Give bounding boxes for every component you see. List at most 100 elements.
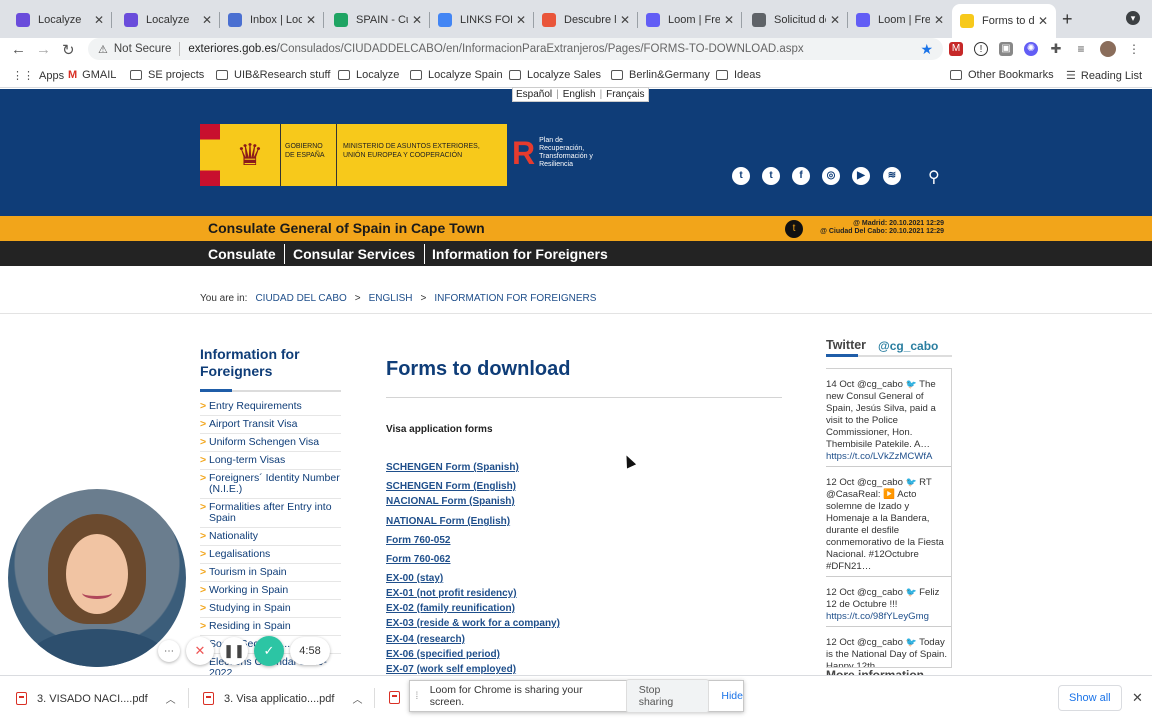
tab-close-icon[interactable]: ✕ bbox=[724, 13, 734, 27]
profile-avatar[interactable] bbox=[1100, 41, 1116, 57]
download-item[interactable]: 3. VISADO NACI....pdf ︿ bbox=[16, 691, 176, 706]
twitter-icon[interactable]: t bbox=[732, 167, 750, 185]
tab-close-icon[interactable]: ✕ bbox=[830, 13, 840, 27]
government-logo[interactable]: ♛ GOBIERNO DE ESPAÑA MINISTERIO DE ASUNT… bbox=[200, 124, 507, 186]
breadcrumb-ciudad-del-cabo[interactable]: CIUDAD DEL CABO bbox=[255, 293, 346, 304]
sidebar-item[interactable]: Studying in Spain bbox=[200, 600, 341, 618]
bookmark-item[interactable]: Localyze Spain bbox=[410, 69, 503, 81]
sidebar-item[interactable]: Uniform Schengen Visa bbox=[200, 434, 341, 452]
tweet-item[interactable]: 12 Oct @cg_cabo 🐦 Today is the National … bbox=[826, 627, 951, 667]
close-icon[interactable]: ✕ bbox=[1132, 690, 1143, 706]
puzzle-icon[interactable]: ✚ bbox=[1049, 42, 1063, 56]
download-item[interactable]: 3. Visa applicatio....pdf ︿ bbox=[203, 691, 362, 706]
sidebar-item[interactable]: Formalities after Entry into Spain bbox=[200, 499, 341, 528]
sidebar-item[interactable]: Entry Requirements bbox=[200, 398, 341, 416]
extension-icon[interactable]: M bbox=[949, 42, 963, 56]
form-download-link[interactable]: EX-01 (not profit residency) bbox=[386, 588, 517, 599]
browser-tab[interactable]: LINKS FOR ✕ bbox=[430, 7, 534, 33]
tweet-item[interactable]: 12 Oct @cg_cabo 🐦 RT @CasaReal: ▶️ Acto … bbox=[826, 467, 951, 577]
tweet-user[interactable]: @cg_cabo bbox=[857, 379, 903, 390]
twitter-icon[interactable]: t bbox=[762, 167, 780, 185]
media-queue-icon[interactable]: ≡ bbox=[1074, 42, 1088, 56]
show-all-downloads-button[interactable]: Show all bbox=[1058, 685, 1122, 711]
loom-extension-icon[interactable]: ✺ bbox=[1024, 42, 1038, 56]
form-download-link[interactable]: SCHENGEN Form (Spanish) bbox=[386, 462, 519, 473]
tab-close-icon[interactable]: ✕ bbox=[516, 13, 526, 27]
forward-icon[interactable]: → bbox=[36, 41, 51, 58]
bookmark-item[interactable]: UIB&Research stuff bbox=[216, 69, 330, 81]
chevron-up-icon[interactable]: ︿ bbox=[352, 691, 362, 706]
tab-close-icon[interactable]: ✕ bbox=[202, 13, 212, 27]
form-download-link[interactable]: NACIONAL Form (Spanish) bbox=[386, 496, 515, 507]
browser-tab[interactable]: Descubre la ✕ bbox=[534, 7, 638, 33]
bookmark-item[interactable]: M GMAIL bbox=[68, 69, 116, 81]
bookmark-item[interactable]: Other Bookmarks bbox=[950, 69, 1054, 81]
bookmark-item[interactable]: Localyze Sales bbox=[509, 69, 601, 81]
nav-consular-services[interactable]: Consular Services bbox=[293, 246, 415, 262]
tab-close-icon[interactable]: ✕ bbox=[620, 13, 630, 27]
bookmark-item[interactable]: SE projects bbox=[130, 69, 204, 81]
tweet-link[interactable]: https://t.co/LVkZzMCWfA bbox=[826, 451, 932, 462]
bookmark-item[interactable]: Ideas bbox=[716, 69, 761, 81]
facebook-icon[interactable]: f bbox=[792, 167, 810, 185]
form-download-link[interactable]: NATIONAL Form (English) bbox=[386, 516, 510, 527]
sidebar-item[interactable]: Tourism in Spain bbox=[200, 564, 341, 582]
tweet-item[interactable]: 12 Oct @cg_cabo 🐦 Feliz 12 de Octubre !!… bbox=[826, 577, 951, 627]
form-download-link[interactable]: Form 760-052 bbox=[386, 535, 450, 546]
language-option-fr[interactable]: Français bbox=[606, 89, 644, 100]
tab-close-icon[interactable]: ✕ bbox=[1038, 14, 1048, 28]
tab-close-icon[interactable]: ✕ bbox=[306, 13, 316, 27]
form-download-link[interactable]: EX-03 (reside & work for a company) bbox=[386, 618, 560, 629]
tab-close-icon[interactable]: ✕ bbox=[934, 13, 944, 27]
extension-icon[interactable]: ▣ bbox=[999, 42, 1013, 56]
tweet-item[interactable]: 14 Oct @cg_cabo 🐦 The new Consul General… bbox=[826, 369, 951, 467]
browser-tab[interactable]: Loom | Free ✕ bbox=[848, 7, 952, 33]
extension-info-icon[interactable]: ! bbox=[974, 42, 988, 56]
language-option-es[interactable]: Español bbox=[516, 89, 552, 100]
sidebar-item[interactable]: Legalisations bbox=[200, 546, 341, 564]
form-download-link[interactable]: EX-02 (family reunification) bbox=[386, 603, 515, 614]
tweet-user[interactable]: @cg_cabo bbox=[857, 587, 903, 598]
nav-consulate[interactable]: Consulate bbox=[208, 246, 276, 262]
recovery-plan-logo[interactable]: R Plan de Recuperación, Transformación y… bbox=[512, 137, 594, 169]
bookmark-item[interactable]: Berlin&Germany bbox=[611, 69, 710, 81]
reload-icon[interactable]: ↻ bbox=[62, 41, 75, 59]
breadcrumb-information-for-foreigners[interactable]: INFORMATION FOR FOREIGNERS bbox=[434, 293, 596, 304]
browser-tab[interactable]: Loom | Free ✕ bbox=[638, 7, 742, 33]
bookmark-item[interactable]: ☰ Reading List bbox=[1066, 69, 1142, 83]
breadcrumb-english[interactable]: ENGLISH bbox=[369, 293, 413, 304]
form-download-link[interactable]: Form 760-062 bbox=[386, 554, 450, 565]
tab-search-icon[interactable]: ▾ bbox=[1126, 11, 1140, 25]
search-icon[interactable]: ⚲ bbox=[928, 167, 940, 187]
browser-menu-icon[interactable]: ⋮ bbox=[1127, 42, 1141, 56]
back-icon[interactable]: ← bbox=[11, 41, 26, 58]
nav-information-for-foreigners[interactable]: Information for Foreigners bbox=[432, 246, 608, 262]
tab-close-icon[interactable]: ✕ bbox=[412, 13, 422, 27]
tweet-user[interactable]: @cg_cabo bbox=[857, 637, 903, 648]
instagram-icon[interactable]: ◎ bbox=[822, 167, 840, 185]
download-item[interactable] bbox=[389, 691, 410, 704]
sidebar-item[interactable]: Airport Transit Visa bbox=[200, 416, 341, 434]
browser-tab[interactable]: Inbox | Loca ✕ bbox=[220, 7, 324, 33]
form-download-link[interactable]: EX-07 (work self employed) bbox=[386, 664, 516, 675]
pause-icon[interactable]: ❚❚ bbox=[220, 637, 248, 665]
chevron-up-icon[interactable]: ︿ bbox=[166, 691, 176, 706]
form-download-link[interactable]: EX-00 (stay) bbox=[386, 573, 443, 584]
tweet-link[interactable]: https://t.co/98fYLeyGmg bbox=[826, 611, 929, 622]
youtube-icon[interactable]: ▶ bbox=[852, 167, 870, 185]
more-options-icon[interactable]: ⋯ bbox=[158, 640, 180, 662]
sidebar-item[interactable]: Foreigners´ Identity Number (N.I.E.) bbox=[200, 470, 341, 499]
address-bar[interactable]: ⚠ Not Secure exteriores.gob.es/Consulado… bbox=[88, 38, 943, 60]
bookmark-star-icon[interactable]: ★ bbox=[920, 41, 933, 58]
cancel-recording-icon[interactable]: ✕ bbox=[186, 637, 214, 665]
new-tab-button[interactable]: + bbox=[1062, 9, 1073, 30]
sidebar-item[interactable]: Residing in Spain bbox=[200, 618, 341, 636]
tab-close-icon[interactable]: ✕ bbox=[94, 13, 104, 27]
stop-sharing-button[interactable]: Stop sharing bbox=[625, 679, 710, 713]
browser-tab[interactable]: Forms to do ✕ bbox=[952, 4, 1056, 38]
bookmark-item[interactable]: Localyze bbox=[338, 69, 399, 81]
twitter-handle[interactable]: @cg_cabo bbox=[878, 339, 938, 353]
hide-button[interactable]: Hide bbox=[721, 690, 743, 702]
sidebar-item[interactable]: Working in Spain bbox=[200, 582, 341, 600]
form-download-link[interactable]: EX-04 (research) bbox=[386, 634, 465, 645]
